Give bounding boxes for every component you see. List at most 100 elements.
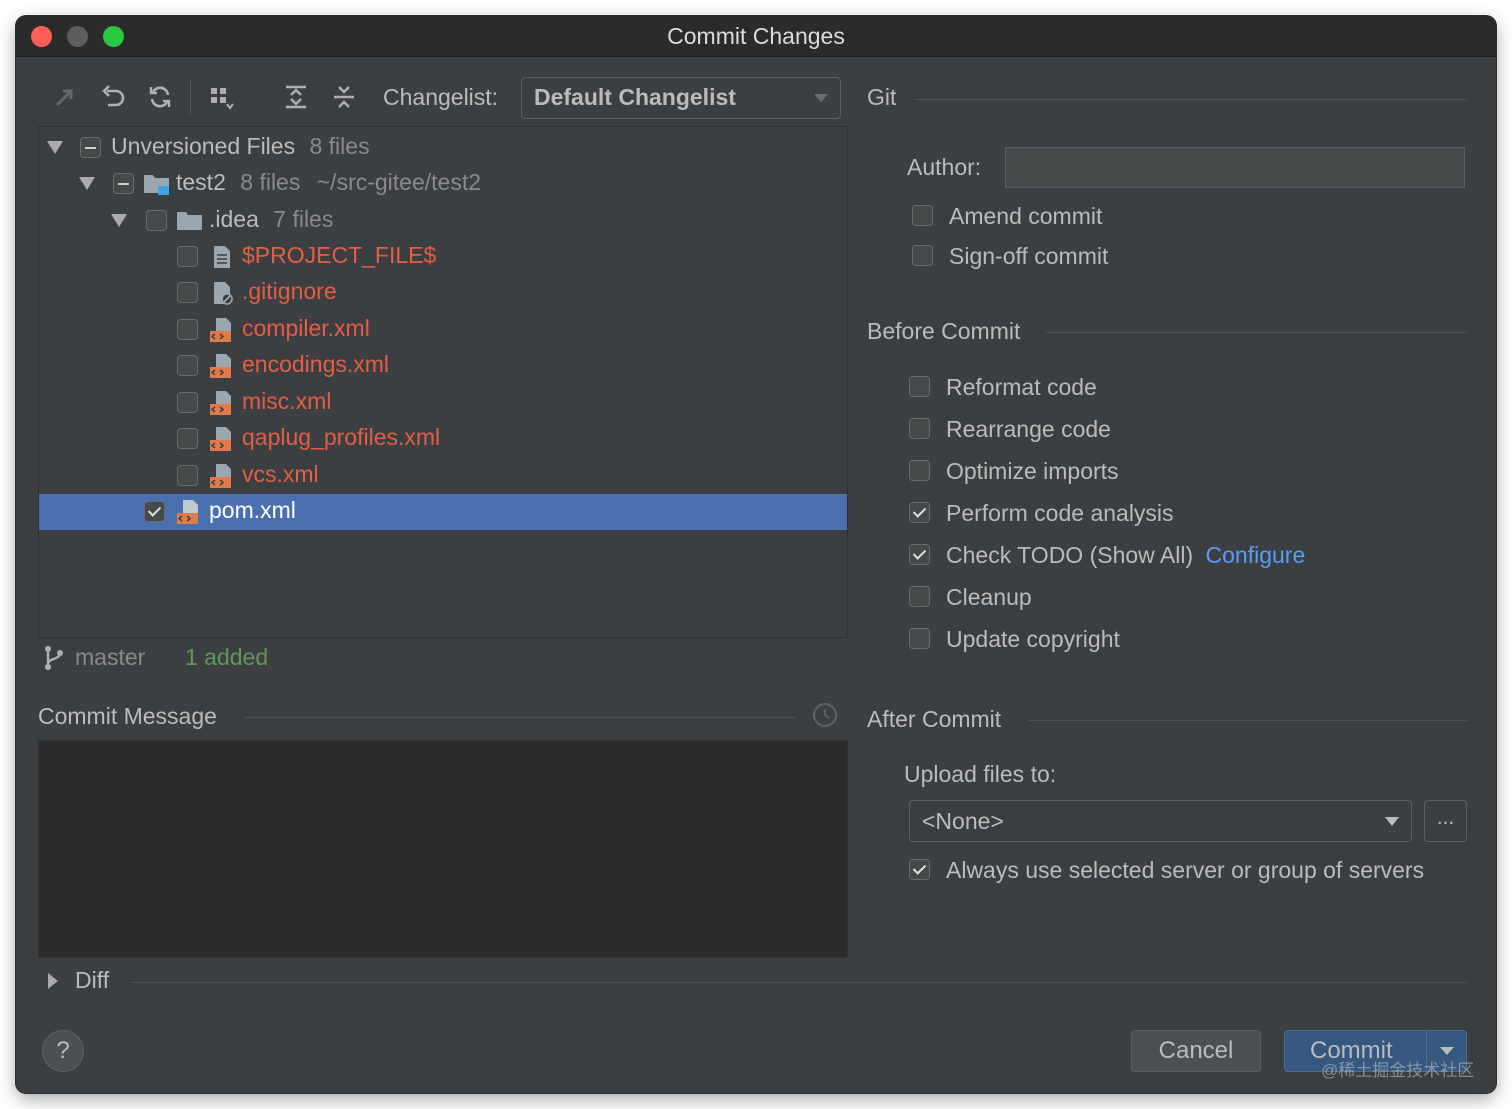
option-label: Rearrange code: [946, 416, 1111, 442]
file-name: misc.xml: [242, 388, 332, 414]
xml-file-icon: [209, 353, 235, 379]
option-label: Perform code analysis: [946, 500, 1174, 526]
cleanup-checkbox[interactable]: [909, 586, 930, 607]
move-to-changelist-icon[interactable]: [50, 82, 80, 112]
tree-file-row[interactable]: compiler.xml: [39, 312, 847, 348]
file-checkbox[interactable]: [177, 392, 198, 413]
file-name: $PROJECT_FILE$: [242, 242, 437, 268]
file-checkbox[interactable]: [177, 428, 198, 449]
rearrange-code-checkbox[interactable]: [909, 418, 930, 439]
check-todo-checkbox[interactable]: [909, 544, 930, 565]
toolbar-separator: [190, 80, 191, 114]
group-by-icon[interactable]: [206, 82, 236, 112]
option-label: Cleanup: [946, 584, 1032, 610]
tree-node-folder[interactable]: .idea 7 files: [39, 203, 847, 239]
diff-label[interactable]: Diff: [75, 967, 109, 994]
diff-expand-icon[interactable]: [48, 973, 58, 989]
changelist-dropdown[interactable]: Default Changelist: [521, 77, 841, 119]
file-name: encodings.xml: [242, 351, 390, 377]
optimize-imports-checkbox[interactable]: [909, 460, 930, 481]
changes-tree[interactable]: Unversioned Files 8 files test2 8 files …: [38, 126, 848, 638]
unversioned-files-checkbox[interactable]: [80, 137, 101, 158]
xml-file-icon: [209, 390, 235, 416]
changelist-label: Changelist:: [383, 84, 499, 110]
tree-file-row[interactable]: vcs.xml: [39, 458, 847, 494]
expand-arrow-icon[interactable]: [111, 214, 127, 227]
author-label: Author:: [907, 154, 982, 180]
separator: [131, 982, 1467, 983]
tree-file-row[interactable]: $PROJECT_FILE$: [39, 239, 847, 275]
option-label: Optimize imports: [946, 458, 1119, 484]
rollback-icon[interactable]: [98, 82, 128, 112]
window-title: Commit Changes: [667, 23, 845, 49]
perform-code-analysis-checkbox[interactable]: [909, 502, 930, 523]
tree-file-row[interactable]: qaplug_profiles.xml: [39, 421, 847, 457]
cancel-button[interactable]: Cancel: [1131, 1030, 1261, 1072]
separator: [1028, 720, 1467, 721]
reformat-code-checkbox[interactable]: [909, 376, 930, 397]
tree-node-label: Unversioned Files 8 files: [111, 133, 370, 160]
expand-arrow-icon[interactable]: [47, 141, 63, 154]
text-file-icon: [209, 244, 235, 270]
tree-node-label: test2 8 files ~/src-gitee/test2: [176, 169, 481, 196]
amend-commit-label: Amend commit: [949, 203, 1103, 229]
commit-options-dropdown-icon[interactable]: [1440, 1047, 1454, 1055]
author-input[interactable]: [1005, 147, 1465, 188]
tree-node-module[interactable]: test2 8 files ~/src-gitee/test2: [39, 166, 847, 202]
refresh-icon[interactable]: [145, 82, 175, 112]
xml-file-icon: [209, 426, 235, 452]
expand-arrow-icon[interactable]: [79, 177, 95, 190]
title-bar: Commit Changes: [16, 16, 1496, 57]
branch-icon: [42, 644, 66, 672]
tree-file-row[interactable]: .gitignore: [39, 275, 847, 311]
folder-count: 7 files: [273, 206, 334, 232]
folder-checkbox[interactable]: [146, 210, 167, 231]
check-todo-label: Check TODO (Show All): [946, 542, 1194, 568]
option-label: Reformat code: [946, 374, 1097, 400]
file-checkbox[interactable]: [177, 282, 198, 303]
module-path: ~/src-gitee/test2: [316, 169, 482, 195]
browse-servers-button[interactable]: ...: [1424, 800, 1467, 842]
tree-node-unversioned-files[interactable]: Unversioned Files 8 files: [39, 130, 847, 166]
tree-file-row-selected[interactable]: pom.xml: [39, 494, 847, 530]
commit-message-input[interactable]: [38, 740, 848, 958]
option-label: Update copyright: [946, 626, 1120, 652]
help-button[interactable]: ?: [42, 1030, 84, 1072]
changelist-value: Default Changelist: [534, 84, 736, 110]
xml-file-icon: [209, 317, 235, 343]
always-use-server-checkbox[interactable]: [909, 859, 930, 880]
git-section-title: Git: [867, 84, 897, 110]
folder-label: .idea: [209, 206, 259, 232]
file-name: pom.xml: [209, 497, 296, 523]
xml-file-icon: [176, 499, 202, 525]
tree-node-label: .idea 7 files: [209, 206, 333, 233]
separator: [914, 99, 1467, 100]
tree-file-row[interactable]: encodings.xml: [39, 348, 847, 384]
amend-commit-checkbox[interactable]: [912, 205, 933, 226]
file-checkbox[interactable]: [177, 355, 198, 376]
file-checkbox[interactable]: [177, 319, 198, 340]
update-copyright-checkbox[interactable]: [909, 628, 930, 649]
file-name: compiler.xml: [242, 315, 370, 341]
file-name: vcs.xml: [242, 461, 319, 487]
configure-link[interactable]: Configure: [1206, 542, 1306, 568]
separator: [244, 717, 796, 718]
file-checkbox[interactable]: [177, 246, 198, 267]
branch-name[interactable]: master: [75, 644, 145, 671]
upload-server-select[interactable]: <None>: [909, 800, 1412, 842]
option-label: Check TODO (Show All) Configure: [946, 542, 1305, 569]
module-folder-icon: [143, 171, 169, 197]
signoff-commit-label: Sign-off commit: [949, 243, 1109, 269]
collapse-all-icon[interactable]: [329, 82, 359, 112]
expand-all-icon[interactable]: [281, 82, 311, 112]
file-checkbox[interactable]: [144, 501, 165, 522]
module-label: test2: [176, 169, 226, 195]
tree-file-row[interactable]: misc.xml: [39, 385, 847, 421]
folder-icon: [176, 208, 202, 234]
commit-message-title: Commit Message: [38, 703, 217, 729]
history-icon[interactable]: [811, 701, 839, 729]
signoff-commit-checkbox[interactable]: [912, 245, 933, 266]
file-checkbox[interactable]: [177, 465, 198, 486]
before-commit-title: Before Commit: [867, 318, 1021, 344]
module-checkbox[interactable]: [113, 173, 134, 194]
